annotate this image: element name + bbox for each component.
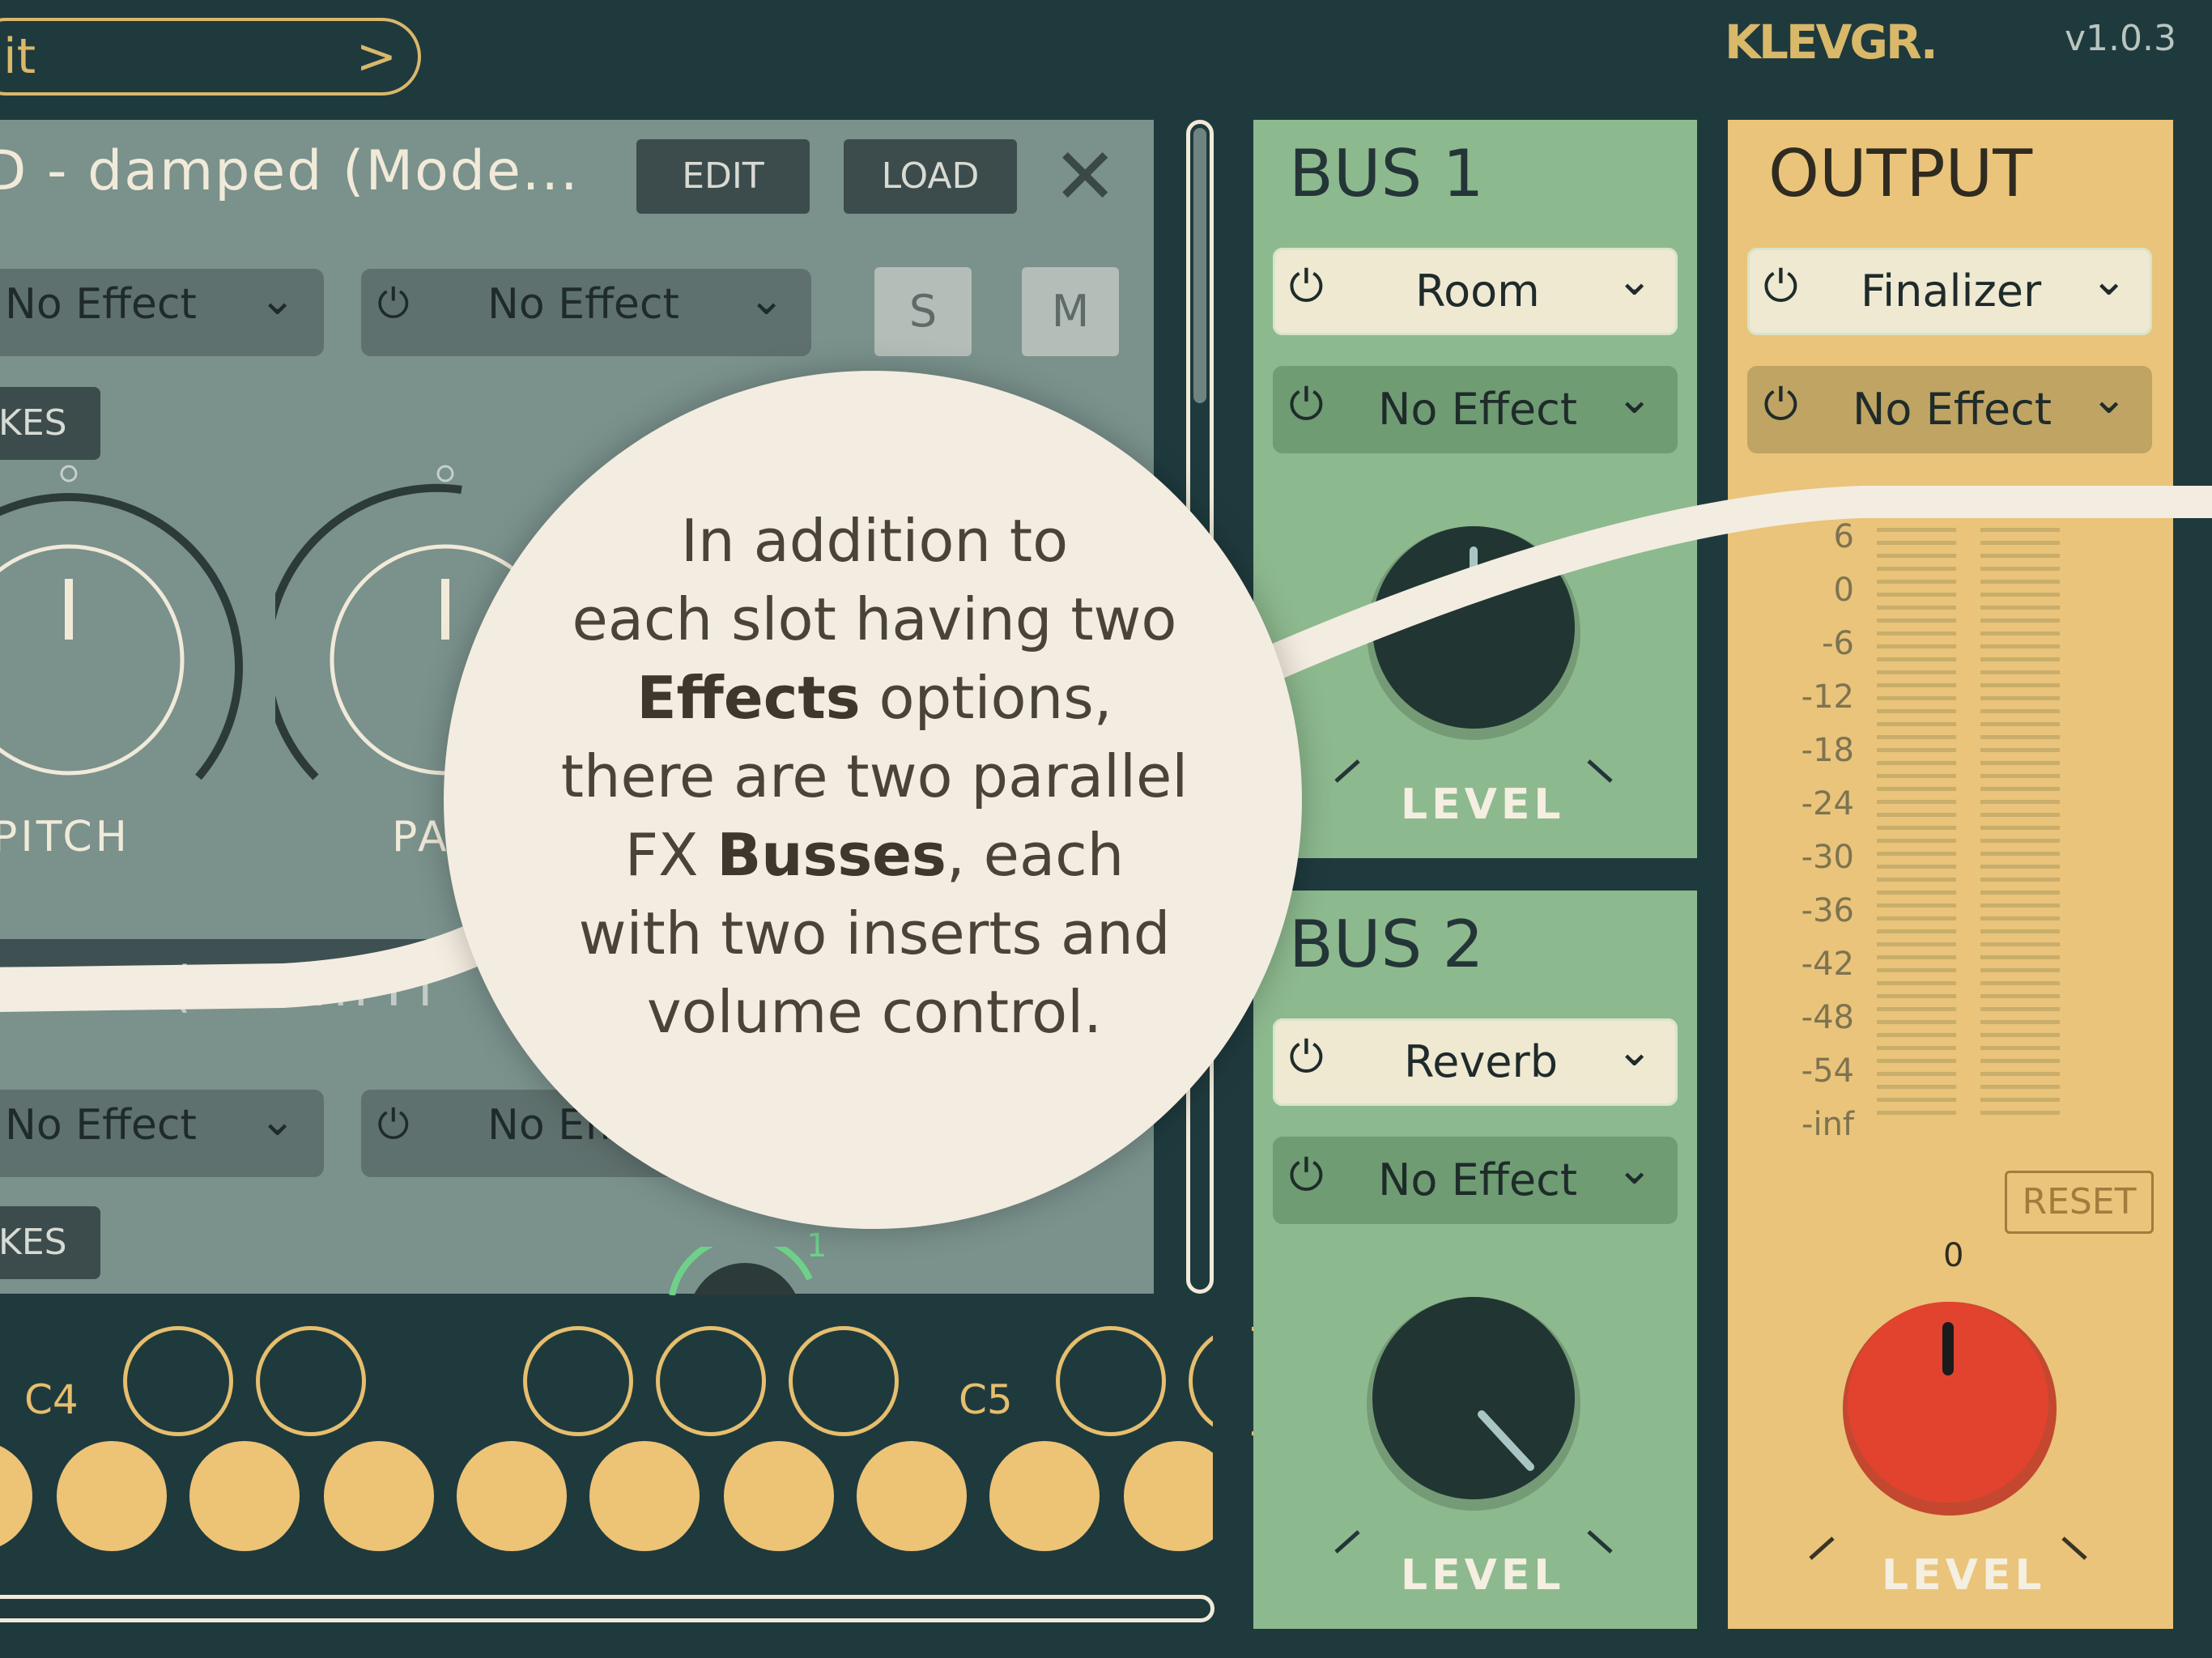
callout-line: In addition to bbox=[680, 507, 1069, 575]
callout-text-part: FX bbox=[624, 821, 717, 889]
callout-bold: Busses bbox=[717, 821, 946, 889]
callout-line: each slot having two bbox=[572, 585, 1177, 653]
callout-line: Effects options, bbox=[510, 659, 1239, 738]
callout-text: In addition to each slot having two Effe… bbox=[510, 502, 1239, 1052]
callout-bold: Effects bbox=[636, 664, 861, 732]
callout-text-part: , each bbox=[946, 821, 1125, 889]
callout-line: volume control. bbox=[646, 978, 1103, 1046]
callout-line: FX Busses, each bbox=[510, 816, 1239, 895]
callout-text-part: options, bbox=[860, 664, 1112, 732]
callout-line: with two inserts and bbox=[578, 899, 1171, 967]
callout-line: there are two parallel bbox=[560, 742, 1189, 810]
